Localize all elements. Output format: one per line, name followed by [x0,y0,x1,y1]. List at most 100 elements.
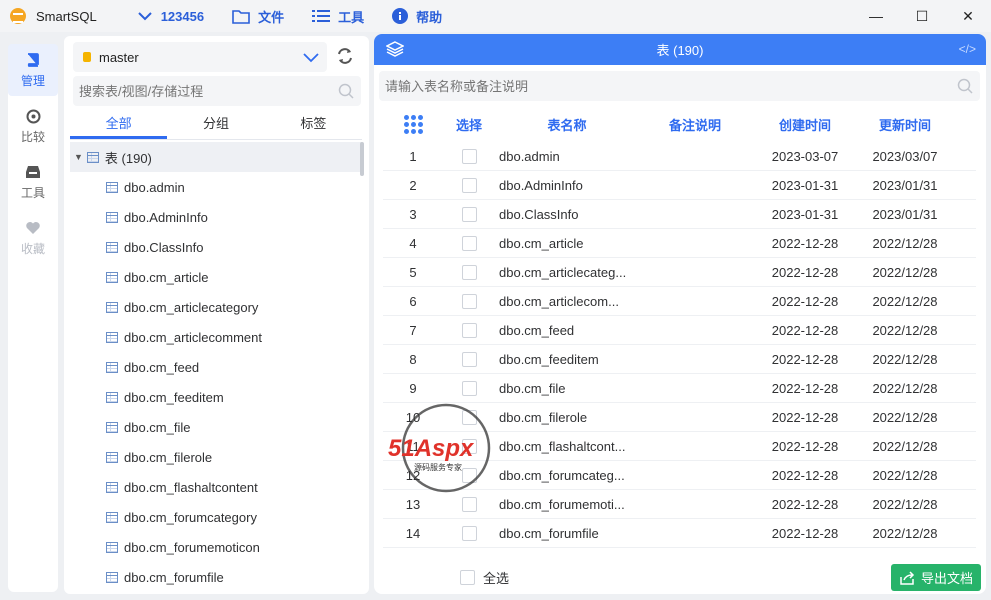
row-checkbox[interactable] [461,410,477,426]
table-row[interactable]: 9 dbo.cm_file 2022-12-28 2022/12/28 [383,374,976,403]
column-header-created[interactable]: 创建时间 [755,115,855,134]
nav-compare[interactable]: 比较 [8,100,58,152]
tree-item[interactable]: dbo.cm_article [70,262,362,292]
row-checkbox[interactable] [461,207,477,223]
tree-item[interactable]: dbo.cm_articlecomment [70,322,362,352]
table-search-input[interactable] [379,71,980,101]
tree-item[interactable]: dbo.admin [70,172,362,202]
table-name-cell: dbo.ClassInfo [499,206,579,222]
table-icon [106,541,118,553]
table-row[interactable]: 7 dbo.cm_feed 2022-12-28 2022/12/28 [383,316,976,345]
table-row[interactable]: 8 dbo.cm_feeditem 2022-12-28 2022/12/28 [383,345,976,374]
search-icon[interactable] [338,83,354,102]
row-checkbox[interactable] [461,294,477,310]
row-checkbox[interactable] [461,323,477,339]
tree-item[interactable]: dbo.cm_filerole [70,442,362,472]
tree-root-tables[interactable]: ▼ 表 (190) [70,142,362,172]
row-number: 11 [406,438,420,454]
tab-tags[interactable]: 标签 [265,112,362,139]
database-select[interactable]: master [73,42,327,72]
close-button[interactable]: ✕ [945,0,991,32]
updated-cell: 2022/12/28 [872,322,938,338]
row-checkbox[interactable] [461,497,477,513]
nav-favorites[interactable]: 收藏 [8,212,58,264]
table-row[interactable]: 3 dbo.ClassInfo 2023-01-31 2023/01/31 [383,200,976,229]
tree-item-label: dbo.cm_forumfile [124,569,224,585]
table-row[interactable]: 14 dbo.cm_forumfile 2022-12-28 2022/12/28 [383,519,976,548]
row-checkbox[interactable] [461,468,477,484]
export-doc-label: 导出文档 [920,571,973,586]
tree-item[interactable]: dbo.cm_feed [70,352,362,382]
tree-item[interactable]: dbo.cm_file [70,412,362,442]
nav-manage[interactable]: 管理 [8,44,58,96]
row-checkbox[interactable] [461,149,477,165]
file-menu[interactable]: 文件 [232,7,284,26]
created-cell: 2022-12-28 [771,293,839,309]
row-checkbox[interactable] [461,439,477,455]
minimize-icon: — [869,8,883,24]
object-tree: ▼ 表 (190) dbo.admin dbo.AdminInfo dbo.Cl… [70,142,362,594]
table-row[interactable]: 13 dbo.cm_forumemoti... 2022-12-28 2022/12/… [383,490,976,519]
row-checkbox[interactable] [461,381,477,397]
select-all[interactable]: 全选 [460,568,509,587]
table-row[interactable]: 12 dbo.cm_forumcateg... 2022-12-28 2022/12/… [383,461,976,490]
export-doc-button[interactable]: 导出文档 [891,564,981,591]
tree-item[interactable]: dbo.cm_articlecategory [70,292,362,322]
table-row[interactable]: 6 dbo.cm_articlecom... 2022-12-28 2022/12/2… [383,287,976,316]
tree-item[interactable]: dbo.cm_forumcategory [70,502,362,532]
app-logo-icon [10,8,26,24]
table-icon [106,451,118,463]
tree-item[interactable]: dbo.ClassInfo [70,232,362,262]
row-checkbox[interactable] [461,526,477,542]
row-checkbox[interactable] [461,265,477,281]
table-row[interactable]: 5 dbo.cm_articlecateg... 2022-12-28 2022/12… [383,258,976,287]
row-checkbox[interactable] [461,236,477,252]
table-row[interactable]: 11 dbo.cm_flashaltcont... 2022-12-28 2022/1… [383,432,976,461]
tree-item[interactable]: dbo.AdminInfo [70,202,362,232]
tree-item[interactable]: dbo.cm_flashaltcontent [70,472,362,502]
help-menu-label: 帮助 [416,9,443,25]
row-checkbox[interactable] [461,178,477,194]
heart-icon [25,219,41,237]
table-row[interactable]: 10 dbo.cm_filerole 2022-12-28 2022/12/28 [383,403,976,432]
database-icon [83,52,91,62]
column-settings-button[interactable] [383,115,443,134]
tools-menu[interactable]: 工具 [312,7,364,26]
table-name-cell: dbo.admin [499,148,560,164]
column-header-memo[interactable]: 备注说明 [635,115,755,134]
help-menu[interactable]: 帮助 [392,7,442,26]
code-icon[interactable]: </> [959,42,976,56]
layers-icon[interactable] [385,41,405,60]
tree-scrollbar[interactable] [360,142,364,176]
tab-group[interactable]: 分组 [167,112,264,139]
row-number: 14 [405,525,421,541]
table-row[interactable]: 2 dbo.AdminInfo 2023-01-31 2023/01/31 [383,171,976,200]
row-number: 6 [409,293,417,309]
tree-item[interactable]: dbo.cm_forumfile [70,562,362,592]
tab-all[interactable]: 全部 [70,112,168,139]
table-icon [106,181,118,193]
column-header-select[interactable]: 选择 [443,115,495,134]
table-row[interactable]: 1 dbo.admin 2023-03-07 2023/03/07 [383,142,976,171]
tree-item[interactable]: dbo.cm_feeditem [70,382,362,412]
nav-favorites-label: 收藏 [20,242,45,256]
row-checkbox[interactable] [461,352,477,368]
table-row[interactable]: 4 dbo.cm_article 2022-12-28 2022/12/28 [383,229,976,258]
tree-search-input[interactable] [73,76,361,106]
connection-menu[interactable]: 123456 [137,9,204,24]
table-name-cell: dbo.cm_forumemoti... [499,496,625,512]
tree-item[interactable]: dbo.cm_forumemoticon [70,532,362,562]
search-icon[interactable] [957,78,973,97]
row-number: 13 [405,496,421,512]
select-all-checkbox[interactable] [460,570,475,585]
refresh-button[interactable] [334,46,356,68]
table-icon [106,241,118,253]
table-icon [106,211,118,223]
column-header-name[interactable]: 表名称 [495,115,635,134]
column-header-updated[interactable]: 更新时间 [855,115,955,134]
maximize-button[interactable]: ☐ [899,0,945,32]
caret-down-icon[interactable]: ▼ [74,152,83,162]
table-icon [106,511,118,523]
minimize-button[interactable]: — [853,0,899,32]
nav-tools[interactable]: 工具 [8,156,58,208]
